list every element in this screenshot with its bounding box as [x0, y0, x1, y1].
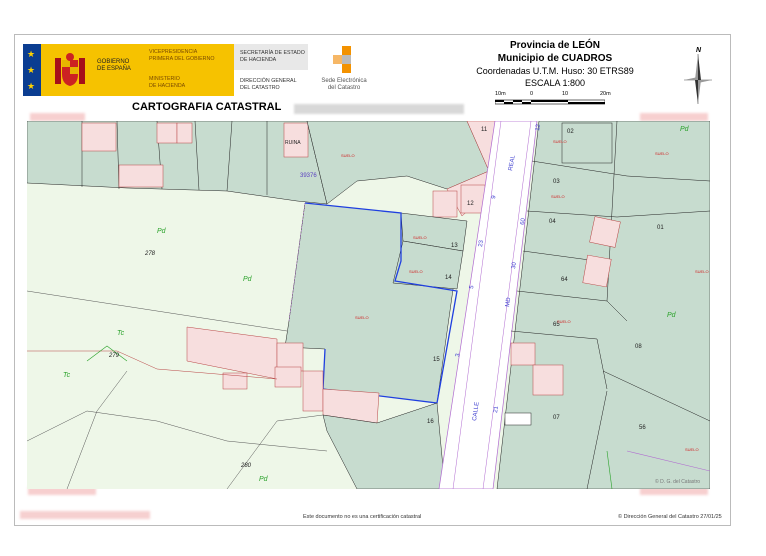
coat-of-arms-icon — [55, 53, 85, 86]
parcel-number-280: 280 — [240, 463, 252, 469]
provincia-label: Provincia de LEÓN — [509, 40, 601, 51]
land-use-pd-4: Pd — [667, 312, 677, 319]
parcel-number-01: 01 — [657, 225, 664, 231]
redaction-patch — [640, 113, 708, 121]
parcel-number-15: 15 — [433, 357, 440, 363]
suelo-label-2: SUELO — [413, 235, 427, 240]
parcel-number-03: 03 — [553, 179, 560, 185]
land-use-pd-5: Pd — [259, 476, 269, 483]
direccion-text: DIRECCIÓN GENERAL DEL CATASTRO — [240, 78, 297, 91]
map-copyright: © D. G. del Catastro — [655, 478, 700, 485]
scale-bar — [495, 99, 605, 105]
parcel-number-13: 13 — [451, 243, 458, 249]
map-svg: 11 12 13 14 15 16 02 03 04 64 65 08 07 5… — [27, 121, 710, 489]
disclaimer-text: Este documento no es una certificación c… — [303, 514, 422, 520]
poligono-label: 39376 — [300, 173, 317, 179]
ministerio-line1: MINISTERIO — [149, 76, 180, 82]
parcel-number-11: 11 — [481, 127, 488, 133]
suelo-label-8: SUELO — [557, 319, 571, 324]
redaction-patch — [30, 113, 85, 121]
eu-flag-icon: ★ ★ ★ — [23, 44, 41, 96]
redacted-reference — [294, 104, 464, 114]
vice-text: VICEPRESIDENCIA PRIMERA DEL GOBIERNO — [149, 49, 214, 62]
coordenadas-label: Coordenadas U.T.M. Huso: 30 ETRS89 — [476, 66, 634, 76]
copyright-text: © Dirección General del Catastro 27/01/2… — [618, 514, 722, 520]
parcel-number-278: 278 — [144, 251, 156, 257]
land-use-tc-1: Tc — [117, 330, 125, 337]
land-use-pd-2: Pd — [243, 276, 253, 283]
direccion-line1: DIRECCIÓN GENERAL — [240, 78, 297, 84]
cadastral-map[interactable]: 11 12 13 14 15 16 02 03 04 64 65 08 07 5… — [27, 121, 710, 489]
location-block: Provincia de LEÓN Municipio de CUADROS C… — [455, 40, 655, 89]
secretaria-line1: SECRETARÍA DE ESTADO — [240, 50, 305, 56]
cartografia-title: CARTOGRAFIA CATASTRAL — [132, 101, 282, 113]
parcel-number-64: 64 — [561, 277, 568, 283]
gobierno-text: GOBIERNO DE ESPAÑA — [97, 59, 131, 73]
vice-line2: PRIMERA DEL GOBIERNO — [149, 55, 215, 62]
parcel-number-279: 279 — [108, 353, 120, 359]
suelo-label-10: SUELO — [685, 447, 699, 452]
north-label: N — [696, 47, 702, 54]
ministerio-line2: DE HACIENDA — [149, 82, 186, 89]
ministry-block: VICEPRESIDENCIA PRIMERA DEL GOBIERNO MIN… — [142, 44, 234, 96]
suelo-label-1: SUELO — [341, 153, 355, 158]
gobierno-line2: DE ESPAÑA — [97, 66, 131, 72]
direccion-line2: DEL CATASTRO — [240, 84, 280, 91]
parcel-number-56: 56 — [639, 425, 646, 431]
suelo-label-6: SUELO — [655, 151, 669, 156]
escala-label: ESCALA 1:800 — [524, 78, 586, 88]
parcel-number-02: 02 — [567, 129, 574, 135]
municipio-label: Municipio de CUADROS — [497, 53, 613, 64]
sede-link[interactable]: Sede Electrónica del Catastro — [318, 78, 370, 92]
parcel-number-12: 12 — [467, 201, 474, 207]
parcel-number-08: 08 — [635, 344, 642, 350]
suelo-label-3: SUELO — [409, 269, 423, 274]
sede-logo-icon — [333, 46, 351, 73]
gobierno-line1: GOBIERNO — [97, 59, 130, 65]
eu-flag-blue: ★ ★ ★ — [23, 44, 41, 96]
secretaria-block: SECRETARÍA DE ESTADO DE HACIENDA — [234, 44, 308, 70]
land-use-pd-1: Pd — [157, 228, 167, 235]
parcel-number-07: 07 — [553, 415, 560, 421]
land-use-tc-2: Tc — [63, 372, 71, 379]
land-use-pd-3: Pd — [680, 126, 690, 133]
sede-line2: del Catastro — [327, 85, 361, 91]
ministerio-text: MINISTERIO DE HACIENDA — [149, 76, 185, 89]
sede-line1: Sede Electrónica — [321, 78, 367, 84]
suelo-label-9: SUELO — [695, 269, 709, 274]
redacted-footer — [20, 511, 150, 519]
suelo-label-5: SUELO — [553, 139, 567, 144]
ruina-label: RUINA — [285, 140, 301, 146]
secretaria-line2: DE HACIENDA — [240, 56, 277, 63]
north-arrow-icon: N — [684, 47, 712, 104]
parcel-number-14: 14 — [445, 275, 452, 281]
suelo-label-4: SUELO — [355, 315, 369, 320]
suelo-label-7: SUELO — [551, 194, 565, 199]
parcel-number-16: 16 — [427, 419, 434, 425]
parcel-number-04: 04 — [549, 219, 556, 225]
